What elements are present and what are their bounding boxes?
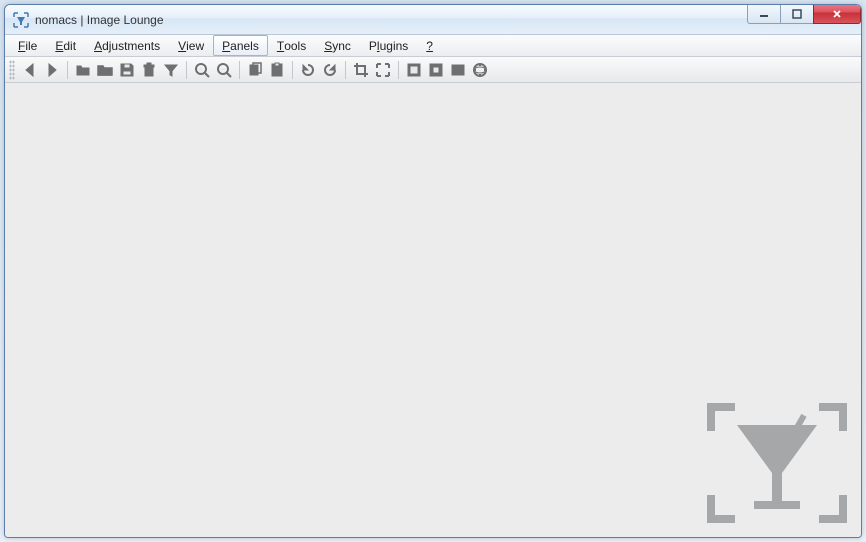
previous-button[interactable] — [19, 59, 41, 81]
previous-icon — [22, 62, 38, 78]
next-icon — [44, 62, 60, 78]
fit-window-button[interactable] — [403, 59, 425, 81]
delete-button[interactable] — [138, 59, 160, 81]
toolbar-separator — [345, 61, 346, 79]
image-canvas[interactable] — [5, 83, 861, 537]
rotate-cw-button[interactable] — [319, 59, 341, 81]
app-window: nomacs | Image Lounge FileEditAdjustment… — [4, 4, 862, 538]
menu-plugins[interactable]: Plugins — [360, 35, 417, 56]
filter-icon — [163, 62, 179, 78]
crop-button[interactable] — [350, 59, 372, 81]
menu-sync[interactable]: Sync — [315, 35, 360, 56]
titlebar[interactable]: nomacs | Image Lounge — [5, 5, 861, 35]
minimize-button[interactable] — [747, 4, 781, 24]
menu-?[interactable]: ? — [417, 35, 442, 56]
crop-icon — [353, 62, 369, 78]
paste-icon — [269, 62, 285, 78]
save-icon — [119, 62, 135, 78]
next-button[interactable] — [41, 59, 63, 81]
fit-window-icon — [406, 62, 422, 78]
window-title: nomacs | Image Lounge — [35, 13, 164, 27]
rotate-ccw-button[interactable] — [297, 59, 319, 81]
toolbar-separator — [67, 61, 68, 79]
window-controls — [748, 4, 861, 24]
rotate-ccw-icon — [300, 62, 316, 78]
toolbar-separator — [239, 61, 240, 79]
menu-view[interactable]: View — [169, 35, 213, 56]
toolbar-separator — [398, 61, 399, 79]
copy-icon — [247, 62, 263, 78]
menu-file[interactable]: File — [9, 35, 46, 56]
menubar: FileEditAdjustmentsViewPanelsToolsSyncPl… — [5, 35, 861, 57]
zoom-in-icon — [194, 62, 210, 78]
menu-edit[interactable]: Edit — [46, 35, 85, 56]
fit-100-button[interactable] — [425, 59, 447, 81]
app-icon — [13, 12, 29, 28]
actual-size-button[interactable] — [447, 59, 469, 81]
zoom-in-button[interactable] — [191, 59, 213, 81]
zoom-out-icon — [216, 62, 232, 78]
rotate-cw-icon — [322, 62, 338, 78]
fit-100-icon — [428, 62, 444, 78]
menu-panels[interactable]: Panels — [213, 35, 268, 56]
nomacs-logo-watermark — [707, 403, 847, 523]
open-file-icon — [75, 62, 91, 78]
actual-size-icon — [450, 62, 466, 78]
zoom-out-button[interactable] — [213, 59, 235, 81]
open-folder-button[interactable] — [94, 59, 116, 81]
open-file-button[interactable] — [72, 59, 94, 81]
close-button[interactable] — [813, 4, 861, 24]
menu-tools[interactable]: Tools — [268, 35, 315, 56]
gps-icon — [472, 62, 488, 78]
fullscreen-button[interactable] — [372, 59, 394, 81]
paste-button[interactable] — [266, 59, 288, 81]
toolbar-separator — [292, 61, 293, 79]
save-button[interactable] — [116, 59, 138, 81]
delete-icon — [141, 62, 157, 78]
fullscreen-icon — [375, 62, 391, 78]
maximize-button[interactable] — [780, 4, 814, 24]
toolbar-separator — [186, 61, 187, 79]
toolbar-grip[interactable] — [9, 60, 15, 80]
filter-button[interactable] — [160, 59, 182, 81]
open-folder-icon — [97, 62, 113, 78]
copy-button[interactable] — [244, 59, 266, 81]
menu-adjustments[interactable]: Adjustments — [85, 35, 169, 56]
toolbar — [5, 57, 861, 83]
gps-button[interactable] — [469, 59, 491, 81]
